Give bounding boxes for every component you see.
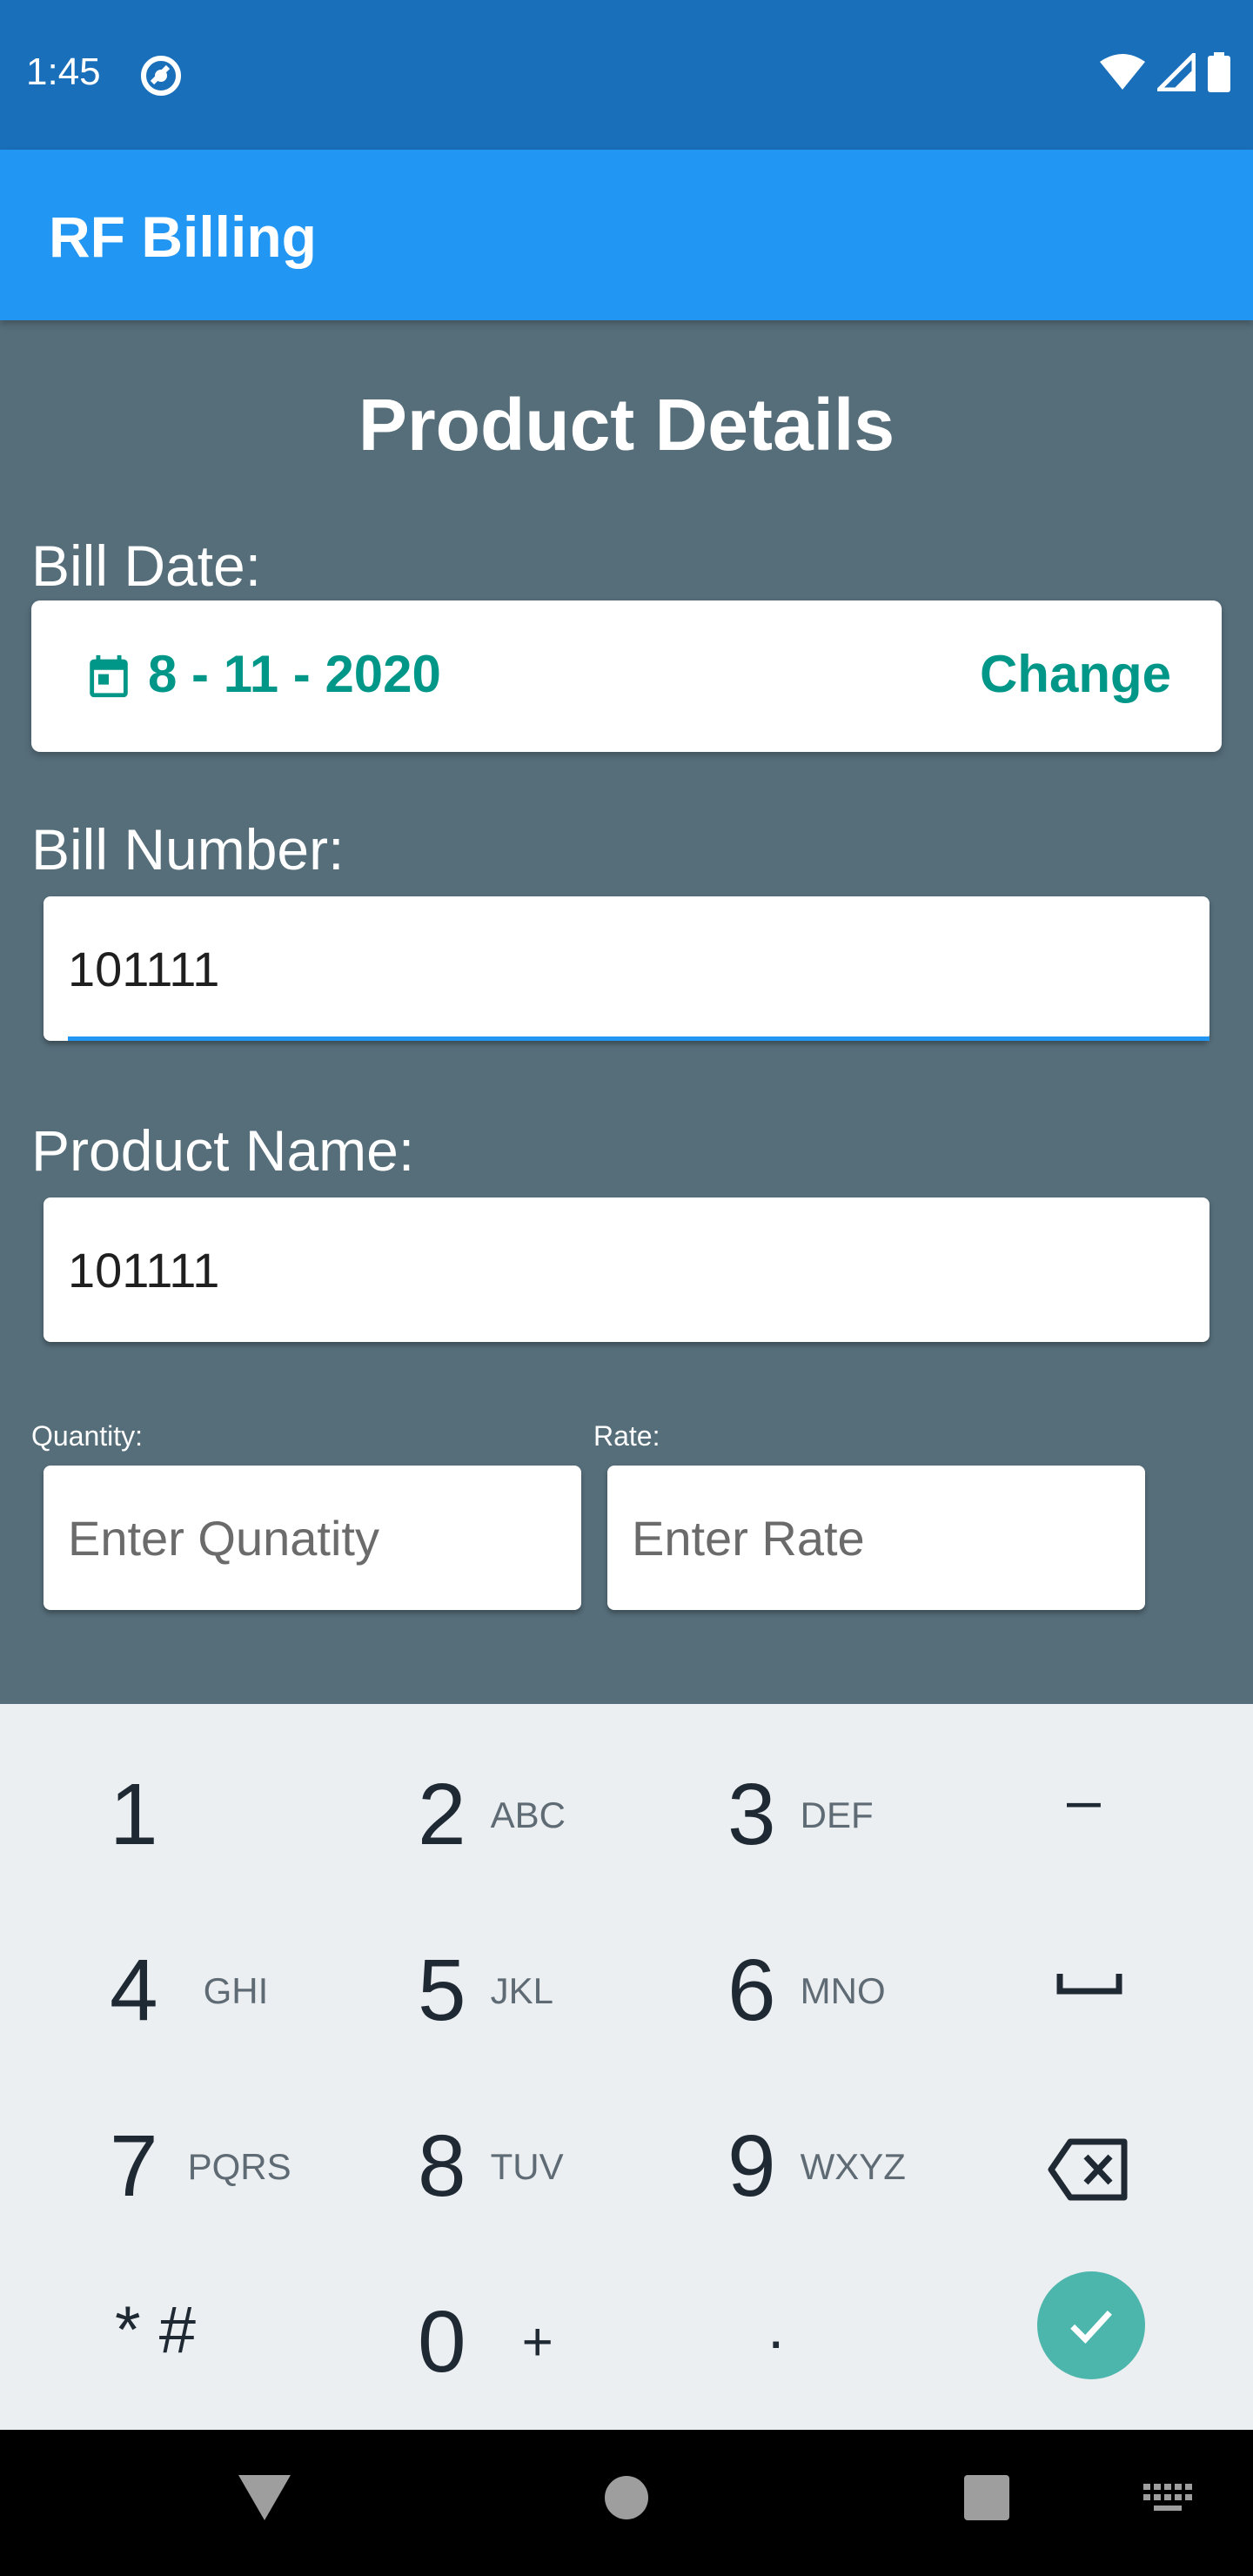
product-name-field[interactable]: [44, 1197, 1209, 1342]
key-3[interactable]: 3 DEF: [727, 1765, 874, 1865]
wifi-icon: [1100, 54, 1145, 90]
key-star-hash[interactable]: * #: [115, 2292, 196, 2368]
key-7[interactable]: 7 PQRS: [110, 2116, 291, 2217]
home-nav-icon[interactable]: [604, 2475, 649, 2520]
key-5[interactable]: 5 JKL: [418, 1941, 553, 2041]
bill-number-label: Bill Number:: [31, 817, 345, 882]
key-decimal[interactable]: .: [767, 2292, 784, 2362]
back-nav-icon[interactable]: [238, 2475, 291, 2520]
key-9[interactable]: 9 WXYZ: [727, 2116, 906, 2217]
key-4[interactable]: 4 GHI: [110, 1941, 268, 2041]
calendar-icon: [90, 654, 128, 698]
change-date-button[interactable]: Change: [980, 644, 1171, 704]
quantity-field[interactable]: [44, 1466, 581, 1610]
done-button[interactable]: [1037, 2271, 1145, 2379]
bill-date-card[interactable]: 8 - 11 - 2020 Change: [31, 600, 1222, 752]
key-backspace[interactable]: [1048, 2137, 1131, 2202]
product-name-input[interactable]: [44, 1197, 1209, 1342]
bill-number-input[interactable]: [44, 896, 1209, 1041]
navigation-bar: [0, 2430, 1253, 2576]
numeric-keyboard: 1 2 ABC 3 DEF – 4 GHI 5 JKL 6 MNO 7 PQRS…: [0, 1704, 1253, 2430]
checkmark-icon: [1070, 2310, 1112, 2345]
app-bar: RF Billing: [0, 150, 1253, 320]
status-bar: 1:45: [0, 0, 1253, 150]
space-icon: [1056, 1974, 1122, 1995]
product-name-label: Product Name:: [31, 1118, 415, 1183]
key-1[interactable]: 1: [110, 1765, 158, 1865]
battery-icon: [1208, 52, 1230, 92]
do-not-disturb-icon: [141, 56, 181, 96]
key-space[interactable]: [1055, 1965, 1124, 2000]
backspace-icon: [1048, 2138, 1128, 2201]
quantity-label: Quantity:: [31, 1420, 144, 1452]
keyboard-switch-icon[interactable]: [1143, 2484, 1194, 2515]
rate-input[interactable]: [607, 1466, 1145, 1610]
key-minus[interactable]: –: [1067, 1765, 1101, 1835]
focus-underline: [68, 1036, 1209, 1041]
key-0[interactable]: 0 +: [418, 2292, 553, 2392]
app-title: RF Billing: [49, 205, 317, 269]
status-icons: [1100, 52, 1230, 92]
key-8[interactable]: 8 TUV: [418, 2116, 564, 2217]
rate-label: Rate:: [593, 1420, 660, 1452]
cellular-signal-icon: [1157, 53, 1196, 91]
bill-date-label: Bill Date:: [31, 533, 262, 598]
key-2[interactable]: 2 ABC: [418, 1765, 566, 1865]
bill-number-field[interactable]: [44, 896, 1209, 1041]
key-6[interactable]: 6 MNO: [727, 1941, 886, 2041]
bill-date-value: 8 - 11 - 2020: [148, 645, 441, 703]
recents-nav-icon[interactable]: [964, 2475, 1009, 2520]
rate-field[interactable]: [607, 1466, 1145, 1610]
page-title: Product Details: [358, 384, 895, 466]
status-time: 1:45: [26, 50, 101, 93]
quantity-input[interactable]: [44, 1466, 581, 1610]
